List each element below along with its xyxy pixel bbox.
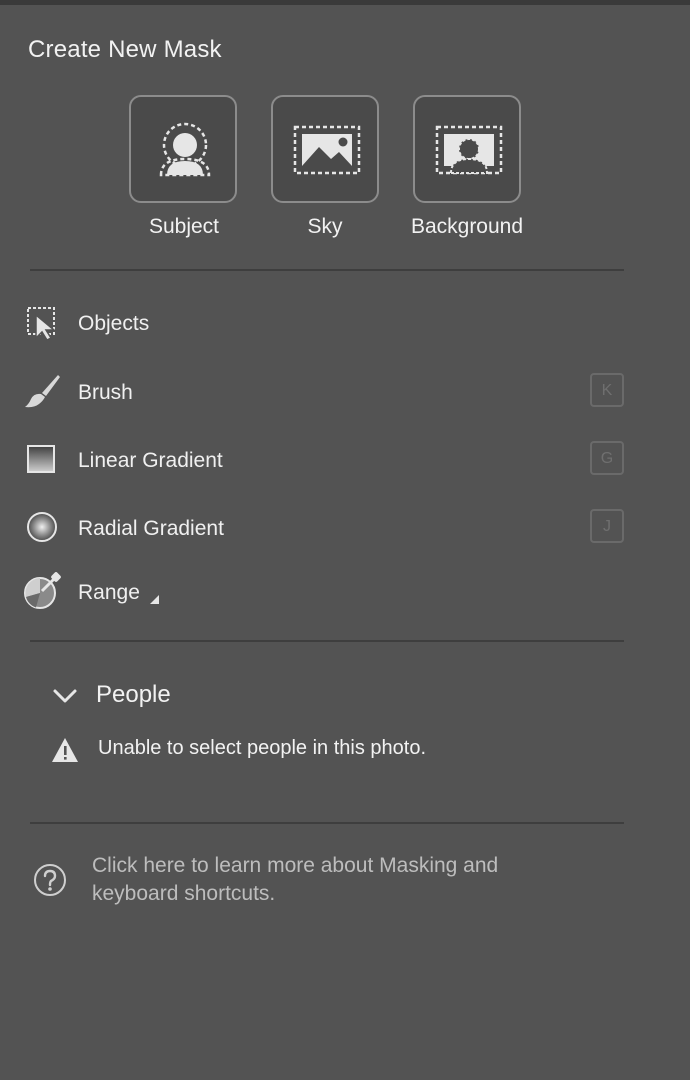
tool-range[interactable]: Range [22, 571, 632, 615]
help-link[interactable]: Click here to learn more about Masking a… [30, 850, 624, 920]
people-section-title: People [96, 681, 171, 708]
sky-icon [293, 125, 361, 175]
range-label: Range [78, 581, 140, 604]
divider [30, 269, 624, 271]
tool-linear-gradient[interactable]: Linear Gradient G [22, 439, 632, 483]
objects-label: Objects [78, 312, 150, 335]
brush-icon [25, 375, 60, 408]
background-icon [435, 125, 503, 175]
sky-mask-button[interactable] [271, 95, 379, 203]
tool-brush[interactable]: Brush K [22, 371, 632, 415]
objects-icon [27, 307, 57, 341]
people-section-toggle[interactable]: People [48, 672, 348, 718]
tool-radial-gradient[interactable]: Radial Gradient J [22, 507, 632, 551]
people-message: Unable to select people in this photo. [48, 730, 608, 770]
radial-gradient-icon [27, 512, 57, 542]
subject-label: Subject [148, 215, 220, 238]
chevron-down-icon [53, 689, 77, 703]
linear-gradient-shortcut-key: G [590, 441, 624, 475]
background-label: Background [410, 215, 524, 238]
subject-icon [159, 122, 211, 177]
brush-shortcut-key: K [590, 373, 624, 407]
help-link-text: Click here to learn more about Masking a… [92, 854, 499, 905]
radial-gradient-label: Radial Gradient [78, 517, 224, 540]
panel-title: Create New Mask [28, 36, 222, 63]
range-dropdown-caret-icon[interactable] [150, 595, 159, 604]
background-mask-button[interactable] [413, 95, 521, 203]
brush-label: Brush [78, 381, 133, 404]
subject-mask-button[interactable] [129, 95, 237, 203]
range-icon [24, 572, 61, 609]
tool-objects[interactable]: Objects [22, 302, 632, 346]
radial-gradient-shortcut-key: J [590, 509, 624, 543]
divider [30, 640, 624, 642]
linear-gradient-label: Linear Gradient [78, 449, 223, 472]
people-message-text: Unable to select people in this photo. [98, 737, 426, 759]
linear-gradient-icon [27, 445, 55, 473]
sky-label: Sky [307, 215, 343, 238]
warning-icon [52, 738, 78, 762]
create-new-mask-panel: Create New Mask Subject Sky Background O… [0, 0, 690, 1080]
divider [30, 822, 624, 824]
help-icon [34, 864, 66, 896]
